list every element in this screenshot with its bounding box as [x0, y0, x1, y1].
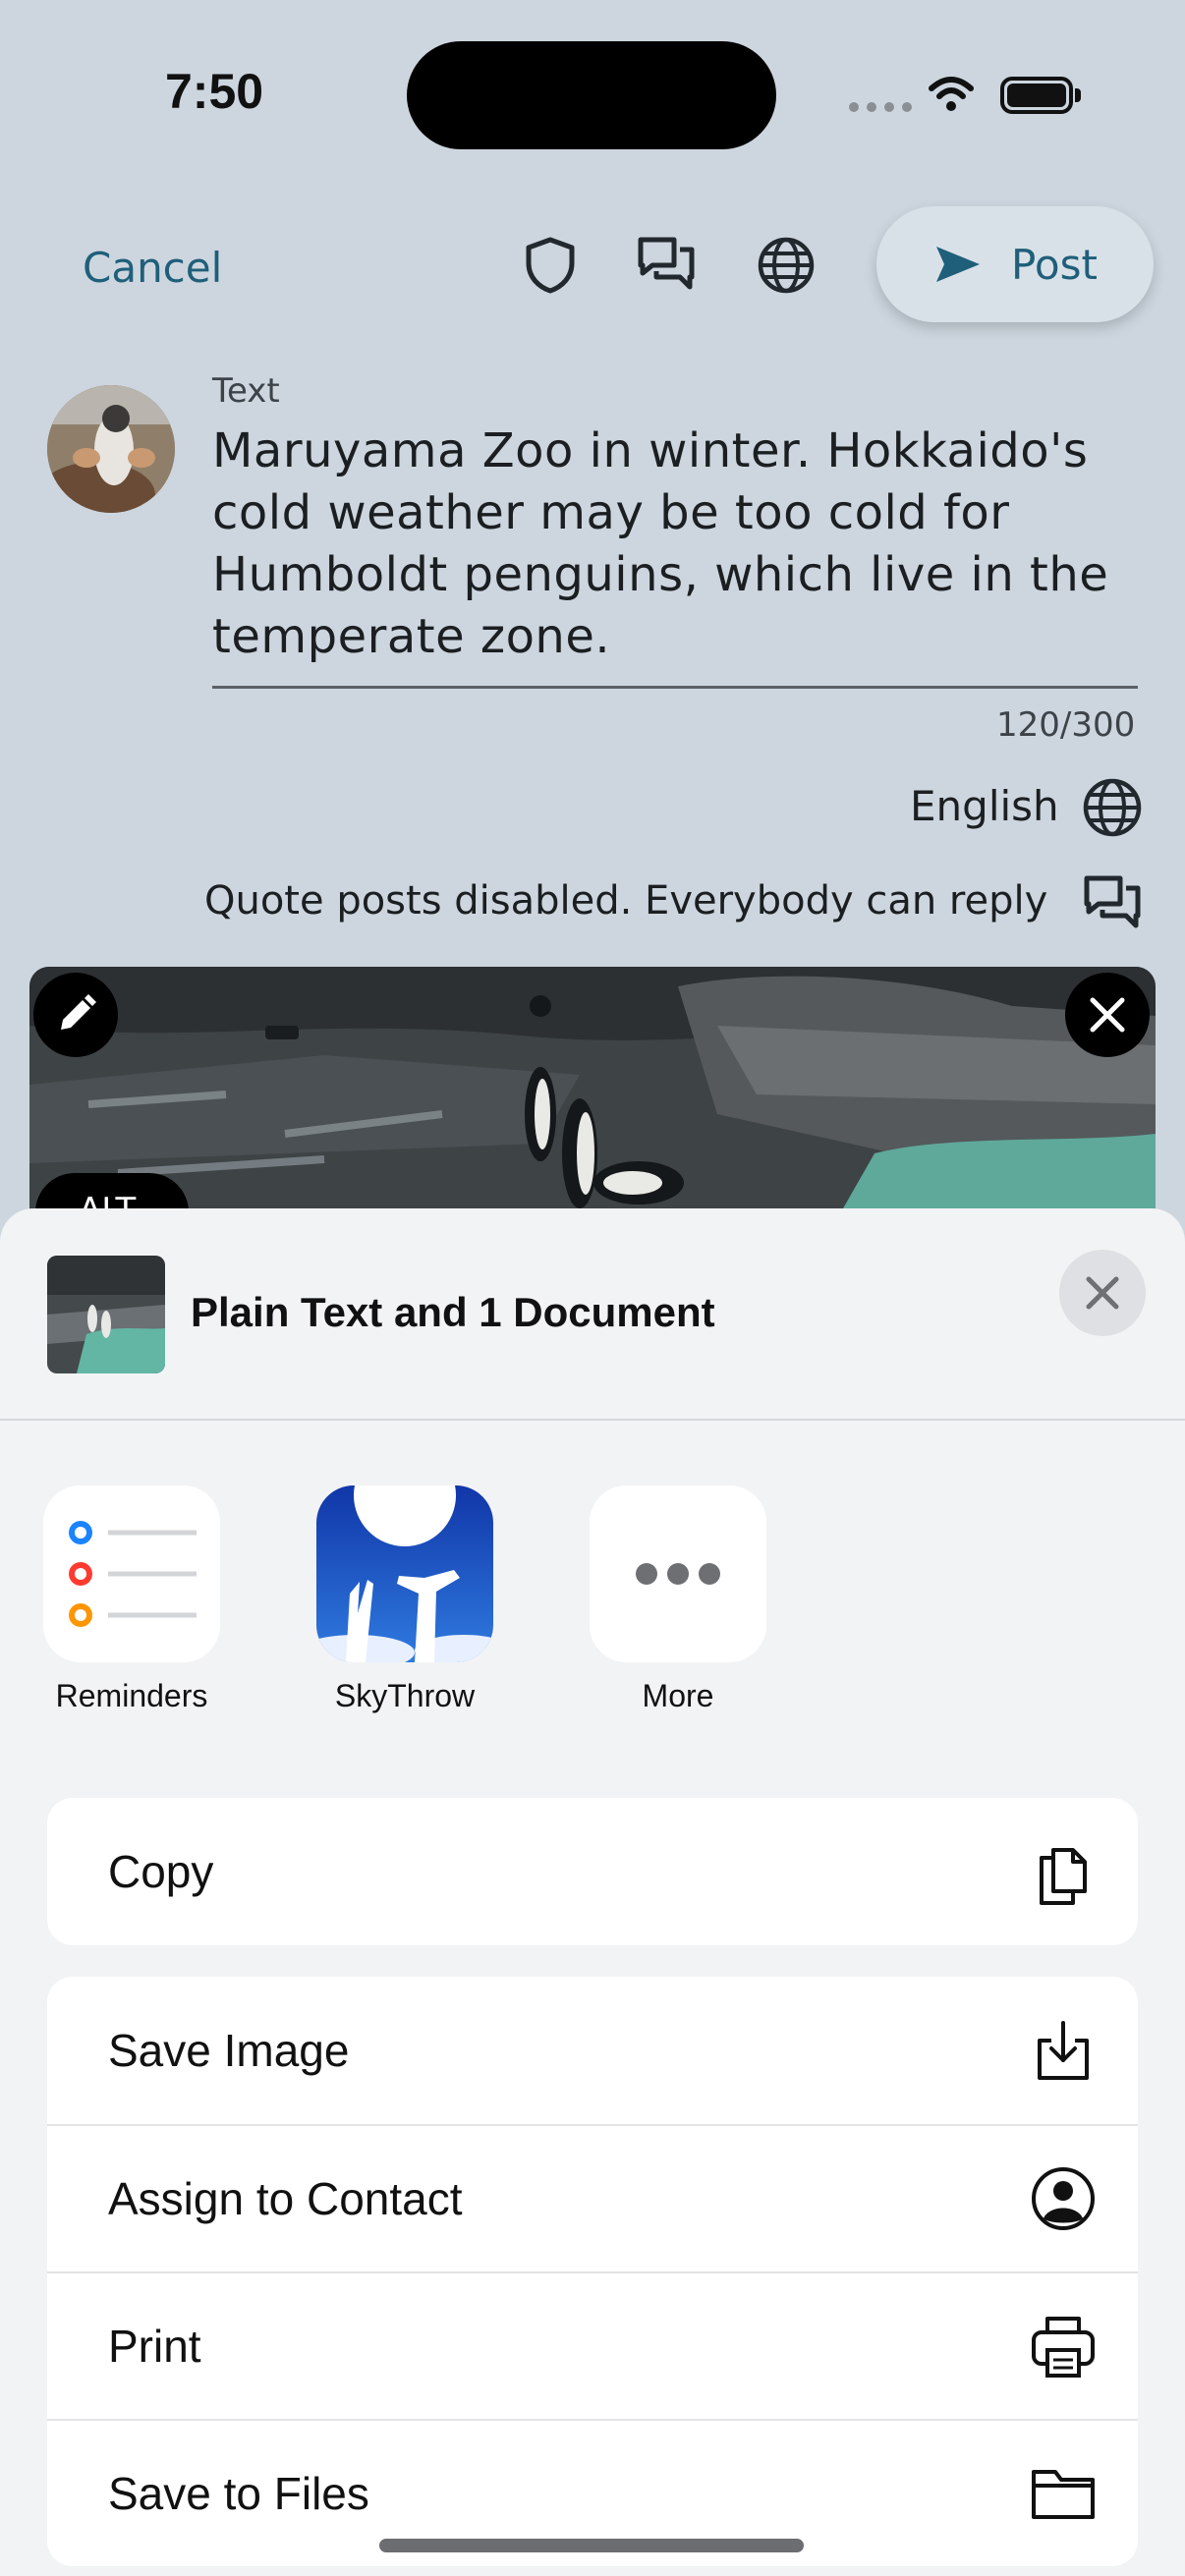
avatar	[47, 385, 175, 513]
language-globe-icon[interactable]	[1081, 776, 1144, 839]
post-text-input[interactable]: Maruyama Zoo in winter. Hokkaido's cold …	[212, 420, 1126, 668]
action-copy[interactable]: Copy	[47, 1798, 1138, 1945]
app-reminders[interactable]	[43, 1485, 220, 1662]
copy-icon	[1040, 1848, 1087, 1905]
pencil-icon	[61, 994, 96, 1030]
close-icon	[1090, 997, 1125, 1033]
action-print[interactable]: Print	[47, 2271, 1138, 2419]
action-group-main: Save Image Assign to Contact Print Save …	[47, 1977, 1138, 2566]
wifi-icon	[929, 77, 974, 111]
post-button-label: Post	[1011, 240, 1098, 289]
save-image-icon	[1038, 2021, 1089, 2080]
post-button[interactable]: Post	[876, 206, 1154, 322]
share-thumbnail	[47, 1256, 165, 1373]
app-more[interactable]	[590, 1485, 766, 1662]
more-icon	[590, 1485, 766, 1662]
action-save-image[interactable]: Save Image	[47, 1977, 1138, 2124]
text-field-label: Text	[212, 371, 280, 411]
remove-photo-button[interactable]	[1065, 973, 1150, 1057]
reply-settings-icon[interactable]	[635, 232, 698, 295]
battery-tip	[1075, 88, 1081, 102]
edit-photo-button[interactable]	[33, 973, 118, 1057]
action-label: Copy	[108, 1846, 214, 1897]
app-label-more: More	[642, 1678, 714, 1713]
shield-icon[interactable]	[519, 234, 582, 297]
share-sheet-title: Plain Text and 1 Document	[191, 1289, 715, 1335]
folder-icon	[1032, 2470, 1095, 2519]
contact-icon	[1032, 2167, 1095, 2230]
action-label: Save Image	[108, 2025, 350, 2076]
cancel-button[interactable]: Cancel	[83, 244, 222, 292]
share-sheet-close-button[interactable]	[1059, 1250, 1146, 1336]
share-sheet-divider	[0, 1419, 1185, 1421]
status-time: 7:50	[165, 64, 264, 119]
language-selector[interactable]: English	[910, 782, 1059, 830]
dynamic-island	[407, 41, 776, 149]
text-field-underline	[212, 686, 1138, 689]
action-label: Assign to Contact	[108, 2173, 463, 2224]
globe-icon[interactable]	[755, 234, 818, 297]
action-label: Save to Files	[108, 2468, 369, 2519]
character-counter: 120/300	[996, 705, 1136, 745]
attached-photo	[29, 967, 1156, 1222]
cellular-signal-icon	[849, 102, 912, 112]
app-label-reminders: Reminders	[55, 1678, 208, 1713]
action-group-copy: Copy	[47, 1798, 1138, 1945]
reminders-icon	[43, 1485, 220, 1662]
print-icon	[1032, 2317, 1095, 2378]
app-label-skythrow: SkyThrow	[334, 1678, 476, 1713]
home-indicator[interactable]	[379, 2539, 804, 2552]
skythrow-icon	[316, 1485, 493, 1662]
quote-reply-icon[interactable]	[1081, 870, 1144, 933]
action-label: Print	[108, 2321, 201, 2372]
send-icon	[936, 247, 981, 282]
quote-setting[interactable]: Quote posts disabled. Everybody can repl…	[204, 878, 1047, 924]
close-icon	[1086, 1276, 1119, 1310]
app-skythrow[interactable]	[316, 1485, 493, 1662]
battery-icon	[1000, 77, 1073, 114]
action-assign-to-contact[interactable]: Assign to Contact	[47, 2124, 1138, 2271]
